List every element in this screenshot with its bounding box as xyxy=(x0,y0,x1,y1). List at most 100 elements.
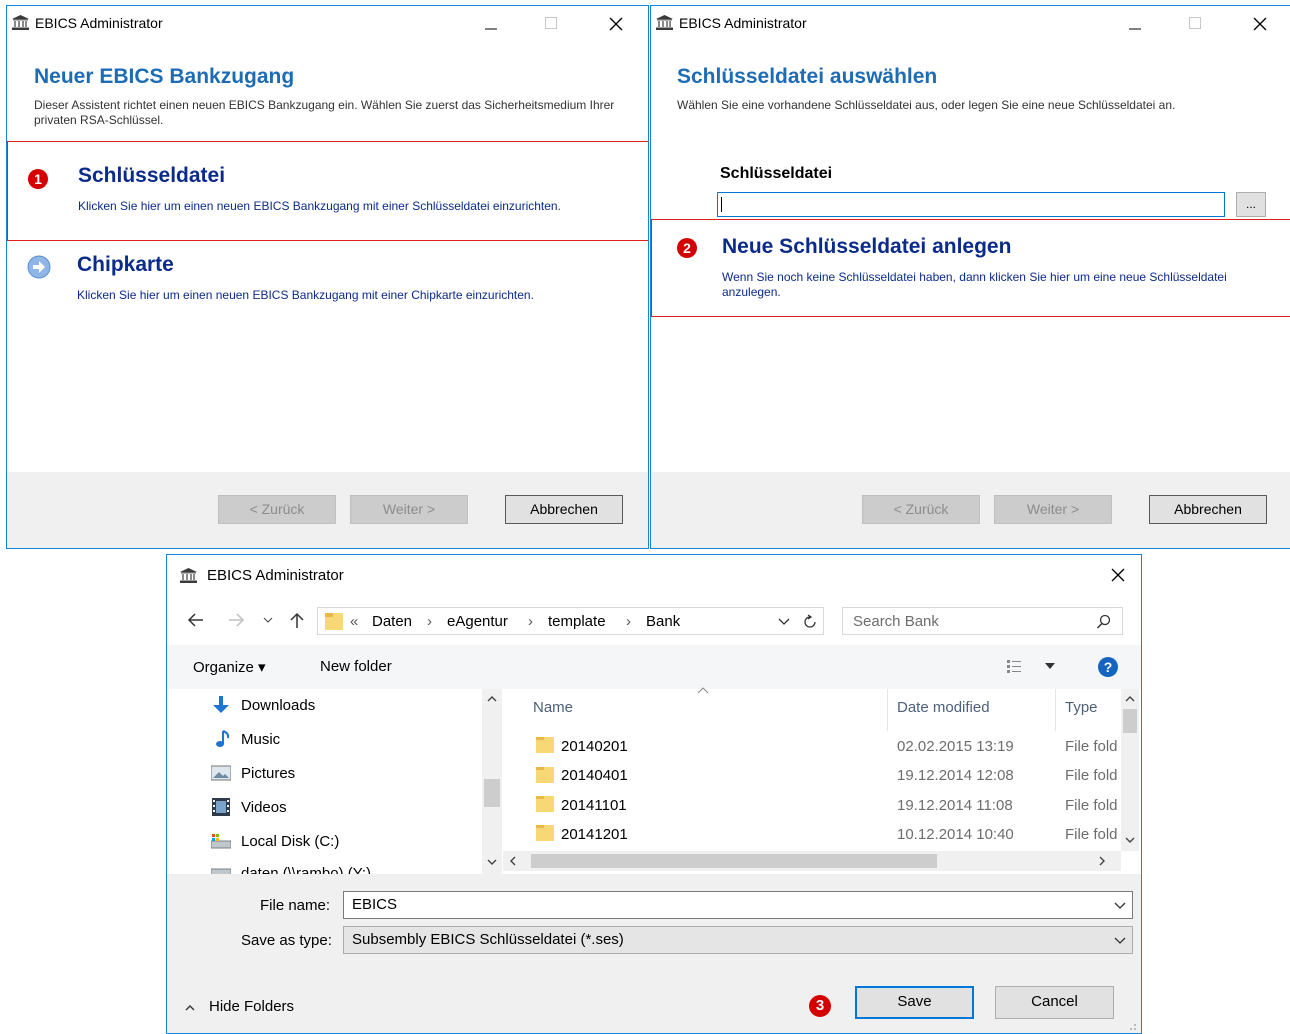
column-divider xyxy=(887,689,888,731)
maximize-icon xyxy=(545,17,557,29)
download-arrow-icon xyxy=(213,696,229,713)
pictures-icon xyxy=(211,765,231,781)
column-header-name[interactable]: Name xyxy=(533,699,573,716)
wizard-window-select-key-file: EBICS Administrator Schlüsseldatei auswä… xyxy=(650,5,1290,549)
search-icon[interactable] xyxy=(1096,614,1112,630)
key-file-label: Schlüsseldatei xyxy=(720,165,833,182)
breadcrumb-item[interactable]: template xyxy=(548,613,606,630)
bank-building-icon xyxy=(12,15,29,30)
nav-item-music[interactable]: Music xyxy=(241,731,280,748)
recent-locations-chevron-icon[interactable] xyxy=(263,616,273,624)
folder-icon xyxy=(536,767,554,783)
save-button[interactable]: Save xyxy=(855,986,974,1019)
breadcrumb-item[interactable]: eAgentur xyxy=(447,613,508,630)
scroll-left-icon[interactable] xyxy=(509,856,516,866)
next-button[interactable]: Weiter > xyxy=(350,495,468,524)
file-horizontal-scrollbar[interactable] xyxy=(503,851,1121,871)
file-vertical-scrollbar[interactable] xyxy=(1121,689,1139,851)
column-header-type[interactable]: Type xyxy=(1065,699,1098,716)
view-options-icon[interactable] xyxy=(1007,659,1021,673)
address-bar[interactable]: « Daten › eAgentur › template › Bank xyxy=(317,607,824,635)
file-name-input[interactable]: EBICS xyxy=(343,891,1133,919)
breadcrumb-overflow[interactable]: « xyxy=(350,613,358,630)
file-type: File folder xyxy=(1065,797,1117,814)
cancel-button[interactable]: Cancel xyxy=(995,986,1114,1019)
nav-item-pictures[interactable]: Pictures xyxy=(241,765,295,782)
option-title: Chipkarte xyxy=(77,253,174,276)
close-button[interactable] xyxy=(1237,6,1283,40)
hide-folders-label: Hide Folders xyxy=(209,998,295,1015)
toolbar: Organize ▾ New folder ? xyxy=(167,645,1141,689)
new-folder-button[interactable]: New folder xyxy=(320,658,392,675)
save-type-select[interactable]: Subsembly EBICS Schlüsseldatei (*.ses) xyxy=(343,926,1133,954)
breadcrumb-item[interactable]: Daten xyxy=(372,613,412,630)
scroll-right-icon[interactable] xyxy=(1099,856,1106,866)
bank-building-icon xyxy=(656,15,673,30)
cancel-button[interactable]: Abbrechen xyxy=(1149,495,1267,524)
vertical-scroll-thumb[interactable] xyxy=(1123,709,1137,733)
resize-grip-icon[interactable] xyxy=(1127,1021,1137,1031)
back-button[interactable]: < Zurück xyxy=(218,495,336,524)
breadcrumb-separator-icon: › xyxy=(626,613,631,630)
browse-button[interactable]: ... xyxy=(1236,192,1266,217)
back-arrow-icon[interactable] xyxy=(187,612,205,628)
option-key-file[interactable]: 1 Schlüsseldatei Klicken Sie hier um ein… xyxy=(7,141,648,241)
breadcrumb-separator-icon: › xyxy=(528,613,533,630)
number-badge-icon: 2 xyxy=(677,238,697,258)
close-icon xyxy=(1253,17,1267,31)
scroll-down-icon[interactable] xyxy=(1125,837,1135,844)
nav-item-downloads[interactable]: Downloads xyxy=(241,697,315,714)
close-icon xyxy=(609,17,623,31)
option-title: Schlüsseldatei xyxy=(78,164,226,187)
maximize-icon xyxy=(1189,17,1201,29)
nav-item-videos[interactable]: Videos xyxy=(241,799,287,816)
next-button[interactable]: Weiter > xyxy=(994,495,1112,524)
column-header-date[interactable]: Date modified xyxy=(897,699,990,716)
search-placeholder: Search Bank xyxy=(853,613,939,630)
help-icon[interactable]: ? xyxy=(1097,656,1119,678)
maximize-button[interactable] xyxy=(1172,6,1218,40)
page-description: Wählen Sie eine vorhandene Schlüsseldate… xyxy=(677,98,1176,112)
close-button[interactable] xyxy=(593,6,639,40)
organize-menu[interactable]: Organize ▾ xyxy=(193,658,266,676)
music-note-icon xyxy=(216,730,230,747)
forward-arrow-icon[interactable] xyxy=(227,612,245,628)
file-name-label: File name: xyxy=(260,897,331,914)
column-divider xyxy=(1055,689,1056,731)
option-chip-card[interactable]: Chipkarte Klicken Sie hier um einen neue… xyxy=(7,246,648,326)
save-type-dropdown-chevron-icon[interactable] xyxy=(1114,937,1126,945)
nav-scrollbar[interactable] xyxy=(482,689,502,874)
maximize-button[interactable] xyxy=(528,6,574,40)
option-new-key-file[interactable]: 2 Neue Schlüsseldatei anlegen Wenn Sie n… xyxy=(651,219,1290,317)
back-button[interactable]: < Zurück xyxy=(862,495,980,524)
file-name: 20140401 xyxy=(561,767,628,784)
minimize-button[interactable] xyxy=(1112,6,1158,40)
horizontal-scroll-thumb[interactable] xyxy=(531,854,937,868)
scroll-down-icon[interactable] xyxy=(487,859,497,866)
view-dropdown-icon[interactable] xyxy=(1045,663,1055,669)
refresh-icon[interactable] xyxy=(802,614,818,630)
cancel-button[interactable]: Abbrechen xyxy=(505,495,623,524)
file-name: 20141101 xyxy=(561,797,627,814)
up-arrow-icon[interactable] xyxy=(289,611,305,629)
minimize-button[interactable] xyxy=(468,6,514,40)
file-type: File folder xyxy=(1065,738,1117,755)
key-file-input[interactable] xyxy=(717,192,1225,217)
number-badge-icon: 3 xyxy=(809,995,831,1017)
address-dropdown-chevron-icon[interactable] xyxy=(778,618,790,626)
breadcrumb-item[interactable]: Bank xyxy=(646,613,680,630)
title-bar: EBICS Administrator xyxy=(651,6,1290,40)
nav-item-local-disk[interactable]: Local Disk (C:) xyxy=(241,833,339,850)
navigation-pane: Downloads Music Pictures Videos Local Di… xyxy=(167,689,503,876)
scroll-up-icon[interactable] xyxy=(487,695,497,702)
search-input[interactable]: Search Bank xyxy=(842,607,1123,635)
svg-text:?: ? xyxy=(1104,659,1113,675)
close-icon[interactable] xyxy=(1110,567,1126,583)
local-disk-icon xyxy=(211,834,231,849)
window-title: EBICS Administrator xyxy=(35,15,163,31)
nav-scroll-thumb[interactable] xyxy=(484,779,500,807)
number-badge-icon: 1 xyxy=(28,169,48,189)
scroll-up-icon[interactable] xyxy=(1125,695,1135,702)
file-date: 19.12.2014 12:08 xyxy=(897,767,1014,784)
file-name-dropdown-chevron-icon[interactable] xyxy=(1114,902,1126,910)
